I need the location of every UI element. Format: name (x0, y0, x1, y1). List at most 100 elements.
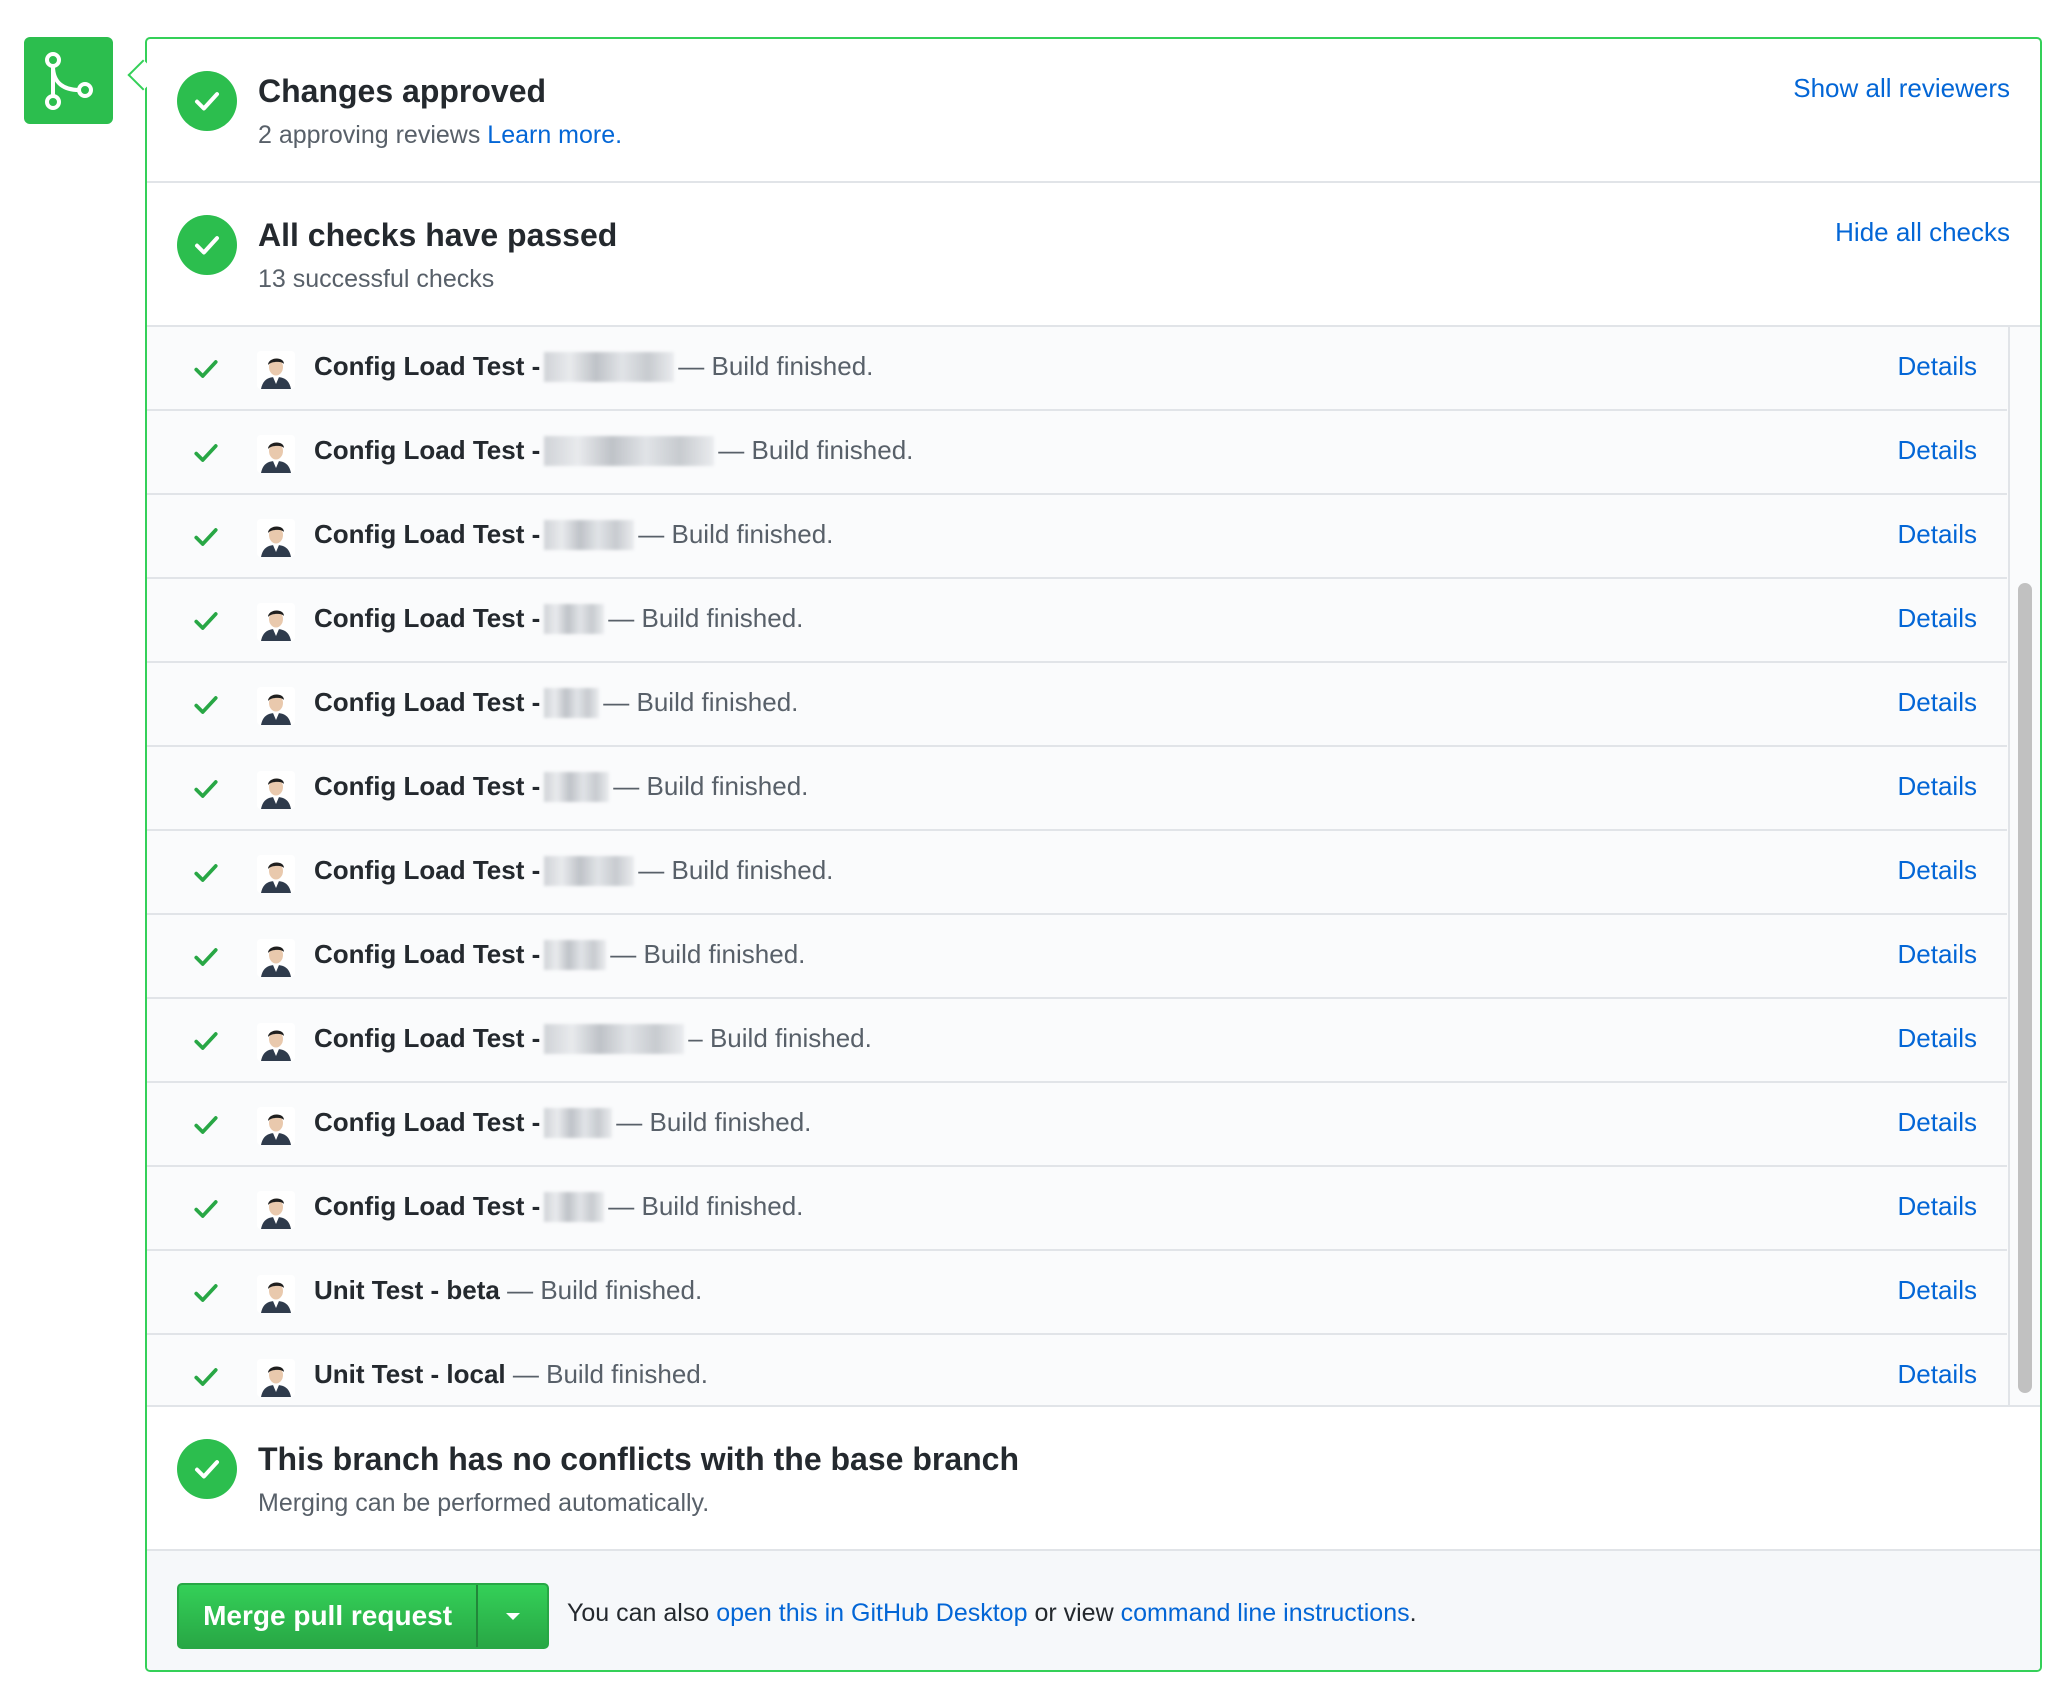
check-text: Config Load Test - — Build finished. (314, 603, 803, 634)
check-details-link[interactable]: Details (1898, 603, 1977, 634)
check-text: Config Load Test - — Build finished. (314, 939, 805, 970)
redacted-text (544, 855, 635, 886)
check-row: Config Load Test - — Build finished. Detai… (147, 663, 2007, 747)
redacted-text (544, 1107, 613, 1138)
check-text: Unit Test - local — Build finished. (314, 1359, 708, 1390)
check-details-link[interactable]: Details (1898, 1191, 1977, 1222)
check-row: Unit Test - local — Build finished. Detai… (147, 1335, 2007, 1405)
check-details-link[interactable]: Details (1898, 771, 1977, 802)
merge-status-box: Changes approved 2 approving reviews Lea… (145, 37, 2042, 1672)
check-row: Config Load Test - — Build finished. Detai… (147, 747, 2007, 831)
conflicts-section: This branch has no conflicts with the ba… (147, 1407, 2040, 1551)
merge-method-dropdown-button[interactable] (476, 1585, 547, 1647)
redacted-text (544, 1191, 605, 1222)
open-github-desktop-link[interactable]: open this in GitHub Desktop (716, 1599, 1027, 1627)
redacted-text (544, 519, 635, 550)
check-details-link[interactable]: Details (1898, 519, 1977, 550)
approvals-title: Changes approved (258, 73, 547, 109)
check-text: Config Load Test - – Build finished. (314, 1023, 872, 1054)
check-details-link[interactable]: Details (1898, 1107, 1977, 1138)
check-description: — Build finished. (638, 855, 834, 885)
redacted-text (544, 1023, 685, 1054)
show-all-reviewers-link[interactable]: Show all reviewers (1793, 73, 2010, 104)
check-icon (193, 1028, 219, 1059)
redacted-text (544, 351, 675, 382)
check-description: — Build finished. (603, 687, 799, 717)
avatar (257, 1023, 295, 1061)
check-details-link[interactable]: Details (1898, 1023, 1977, 1054)
check-description: — Build finished. (718, 435, 914, 465)
check-name: Config Load Test - (314, 1191, 541, 1221)
scrollbar-track[interactable] (2008, 327, 2040, 1405)
check-row: Config Load Test - — Build finished. Detai… (147, 327, 2007, 411)
learn-more-link[interactable]: Learn more. (487, 121, 622, 149)
note-middle: or view (1034, 1599, 1114, 1627)
command-line-instructions-link[interactable]: command line instructions (1121, 1599, 1410, 1627)
avatar (257, 939, 295, 977)
check-icon (193, 944, 219, 975)
note-prefix: You can also (567, 1599, 710, 1627)
check-description: — Build finished. (608, 603, 804, 633)
check-description: – Build finished. (688, 1023, 872, 1053)
check-text: Config Load Test - — Build finished. (314, 1107, 811, 1138)
check-icon (193, 524, 219, 555)
check-details-link[interactable]: Details (1898, 939, 1977, 970)
check-row: Config Load Test - — Build finished. Detai… (147, 915, 2007, 999)
check-text: Config Load Test - — Build finished. (314, 855, 833, 886)
redacted-text (544, 435, 715, 466)
check-description: — Build finished. (608, 1191, 804, 1221)
avatar (257, 1275, 295, 1313)
avatar (257, 519, 295, 557)
check-row: Config Load Test - — Build finished. Detai… (147, 1167, 2007, 1251)
check-description: — Build finished. (512, 1359, 708, 1389)
avatar (257, 351, 295, 389)
check-row: Config Load Test - — Build finished. Detai… (147, 495, 2007, 579)
checks-section: All checks have passed 13 successful che… (147, 183, 2040, 327)
check-text: Config Load Test - — Build finished. (314, 771, 808, 802)
check-row: Config Load Test - — Build finished. Detai… (147, 579, 2007, 663)
check-icon (193, 692, 219, 723)
check-name: Config Load Test - (314, 771, 541, 801)
redacted-text (544, 687, 600, 718)
check-icon (193, 1280, 219, 1311)
merge-pull-request-button[interactable]: Merge pull request (179, 1585, 476, 1647)
check-description: — Build finished. (507, 1275, 703, 1305)
check-text: Config Load Test - — Build finished. (314, 519, 833, 550)
approvals-section: Changes approved 2 approving reviews Lea… (147, 39, 2040, 183)
check-row: Config Load Test - — Build finished. Detai… (147, 831, 2007, 915)
check-circle-icon (177, 71, 237, 131)
check-icon (193, 1364, 219, 1395)
avatar (257, 435, 295, 473)
check-details-link[interactable]: Details (1898, 1359, 1977, 1390)
avatar (257, 855, 295, 893)
check-name: Unit Test - local (314, 1359, 506, 1389)
avatar (257, 771, 295, 809)
check-text: Unit Test - beta — Build finished. (314, 1275, 702, 1306)
checks-title: All checks have passed (258, 217, 618, 253)
caret-down-icon (505, 1613, 520, 1620)
redacted-text (544, 603, 605, 634)
check-details-link[interactable]: Details (1898, 855, 1977, 886)
no-conflicts-title: This branch has no conflicts with the ba… (258, 1441, 1020, 1477)
check-row: Config Load Test - — Build finished. Detai… (147, 411, 2007, 495)
check-name: Config Load Test - (314, 603, 541, 633)
avatar (257, 603, 295, 641)
merge-button-group: Merge pull request (177, 1583, 549, 1649)
check-name: Unit Test - beta (314, 1275, 500, 1305)
merge-area: Merge pull request You can also open thi… (147, 1551, 2040, 1670)
approvals-subtitle: 2 approving reviews Learn more. (258, 121, 622, 150)
check-details-link[interactable]: Details (1898, 1275, 1977, 1306)
check-name: Config Load Test - (314, 939, 541, 969)
check-details-link[interactable]: Details (1898, 687, 1977, 718)
check-details-link[interactable]: Details (1898, 435, 1977, 466)
scrollbar-thumb[interactable] (2018, 583, 2032, 1393)
check-details-link[interactable]: Details (1898, 351, 1977, 382)
hide-all-checks-link[interactable]: Hide all checks (1835, 217, 2010, 248)
avatar (257, 687, 295, 725)
check-name: Config Load Test - (314, 1023, 541, 1053)
check-description: — Build finished. (638, 519, 834, 549)
check-circle-icon (177, 215, 237, 275)
check-name: Config Load Test - (314, 1107, 541, 1137)
checks-subtitle: 13 successful checks (258, 265, 495, 293)
check-icon (193, 1112, 219, 1143)
